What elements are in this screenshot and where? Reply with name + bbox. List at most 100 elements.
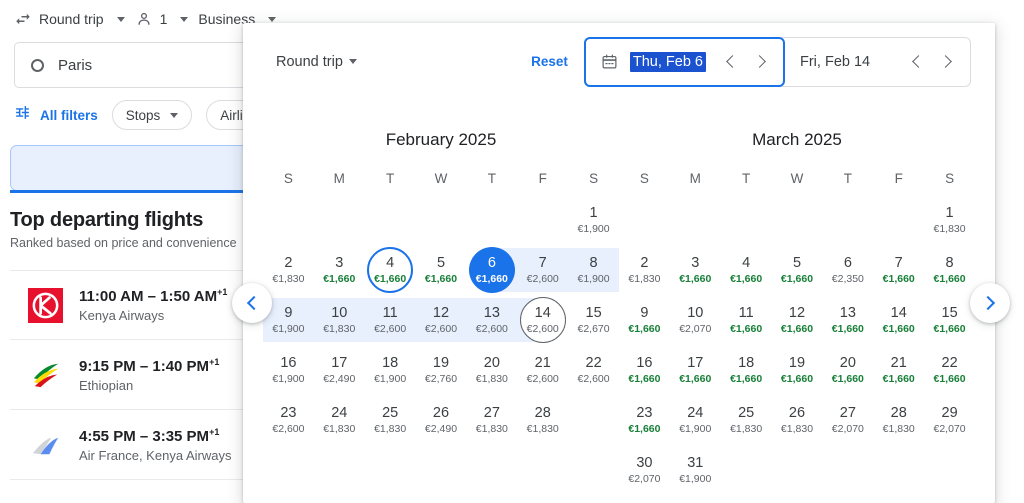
calendar-day-cell[interactable]: 27 €1,830 xyxy=(466,395,517,445)
calendar-day-cell[interactable]: 17 €1,660 xyxy=(670,345,721,395)
calendar-day-cell[interactable]: 28 €1,830 xyxy=(517,395,568,445)
calendar-day-cell[interactable]: 5 €1,660 xyxy=(772,245,823,295)
day-price: €1,660 xyxy=(780,322,814,335)
month-second: March 2025 S M T W T F S 1 €1,830 2 €1,830 3 €1,660 4 €… xyxy=(619,100,975,495)
calendar-day-cell[interactable]: 6 €1,660 xyxy=(466,245,518,295)
calendar-day-cell[interactable]: 24 €1,900 xyxy=(670,395,721,445)
day-number: 19 xyxy=(432,354,450,371)
calendar-day-cell[interactable]: 16 €1,900 xyxy=(263,345,314,395)
date-fields-group: Thu, Feb 6 Fri, Feb 14 xyxy=(583,36,971,87)
calendar-day-cell[interactable]: 19 €1,660 xyxy=(772,345,823,395)
calendar-day-cell[interactable]: 23 €1,660 xyxy=(619,395,670,445)
calendar-day-cell[interactable]: 15 €1,660 xyxy=(924,295,975,345)
calendar-day-cell[interactable]: 31 €1,900 xyxy=(670,445,721,495)
calendar-day-cell[interactable]: 1 €1,900 xyxy=(568,195,619,245)
calendar-cell-empty xyxy=(822,195,873,245)
day-price: €1,660 xyxy=(424,272,458,285)
calendar-day-cell[interactable]: 8 €1,900 xyxy=(568,245,619,295)
day-number: 29 xyxy=(941,404,958,421)
stops-filter-chip[interactable]: Stops xyxy=(111,100,193,130)
calendar-day-cell[interactable]: 7 €2,600 xyxy=(517,245,569,295)
calendar-day-cell[interactable]: 22 €2,600 xyxy=(568,345,619,395)
departure-prev-day-button[interactable] xyxy=(718,49,744,75)
calendar-day-cell[interactable]: 4 €1,660 xyxy=(365,245,416,295)
calendar-day-cell[interactable]: 3 €1,660 xyxy=(670,245,721,295)
calendar-day-cell[interactable]: 4 €1,660 xyxy=(721,245,772,295)
day-price: €1,830 xyxy=(323,422,356,435)
return-next-day-button[interactable] xyxy=(934,49,960,75)
calendar-day-cell[interactable]: 22 €1,660 xyxy=(924,345,975,395)
calendar-week-row: 1 €1,830 xyxy=(619,195,975,245)
departure-date-field[interactable]: Thu, Feb 6 xyxy=(583,36,785,87)
calendar-day-cell[interactable]: 19 €2,760 xyxy=(416,345,467,395)
day-number: 15 xyxy=(585,304,602,321)
weekday-label: M xyxy=(333,171,345,186)
calendar-day-cell[interactable]: 18 €1,660 xyxy=(721,345,772,395)
calendar-day-cell[interactable]: 24 €1,830 xyxy=(314,395,365,445)
calendar-day-cell[interactable]: 25 €1,830 xyxy=(365,395,416,445)
calendar-day-cell[interactable]: 8 €1,660 xyxy=(924,245,975,295)
calendar-cell-empty xyxy=(924,445,975,495)
calendar-day-cell[interactable]: 16 €1,660 xyxy=(619,345,670,395)
calendar-day-cell[interactable]: 28 €1,830 xyxy=(873,395,924,445)
calendar-day-cell[interactable]: 27 €2,070 xyxy=(822,395,873,445)
day-price: €2,600 xyxy=(374,322,407,335)
previous-month-button[interactable] xyxy=(232,283,272,323)
calendar-week-row: 2 €1,830 3 €1,660 4 €1,660 5 €1,660 6 €1,660 7 €2,6… xyxy=(263,245,619,295)
calendar-day-cell[interactable]: 10 €1,830 xyxy=(313,295,365,345)
day-number: 26 xyxy=(788,404,806,421)
calendar-day-cell[interactable]: 10 €2,070 xyxy=(670,295,721,345)
day-price: €1,660 xyxy=(831,372,864,385)
calendar-day-cell[interactable]: 7 €1,660 xyxy=(873,245,924,295)
day-price: €2,600 xyxy=(577,372,610,385)
flight-airline: Kenya Airways xyxy=(79,308,165,323)
flight-time: 11:00 AM – 1:50 AM+1 xyxy=(79,287,228,305)
calendar-trip-type-selector[interactable]: Round trip xyxy=(276,54,357,70)
calendar-day-cell[interactable]: 14 €2,600 xyxy=(517,295,568,345)
day-price: €1,660 xyxy=(780,272,814,285)
calendar-day-cell[interactable]: 1 €1,830 xyxy=(924,195,975,245)
calendar-day-cell[interactable]: 17 €2,490 xyxy=(314,345,365,395)
day-price: €1,660 xyxy=(323,272,356,285)
calendar-day-cell[interactable]: 15 €2,670 xyxy=(568,295,619,345)
weekday-label: F xyxy=(894,171,903,186)
calendar-day-cell[interactable]: 5 €1,660 xyxy=(416,245,467,295)
passengers-selector[interactable]: 1 xyxy=(135,10,199,28)
calendar-day-cell[interactable]: 14 €1,660 xyxy=(873,295,924,345)
calendar-day-cell[interactable]: 11 €1,660 xyxy=(721,295,772,345)
next-month-button[interactable] xyxy=(970,283,1010,323)
calendar-day-cell[interactable]: 2 €1,830 xyxy=(619,245,670,295)
calendar-day-cell[interactable]: 20 €1,660 xyxy=(822,345,873,395)
calendar-day-cell[interactable]: 23 €2,600 xyxy=(263,395,314,445)
departure-next-day-button[interactable] xyxy=(748,49,774,75)
reset-button[interactable]: Reset xyxy=(531,54,568,69)
all-filters-button[interactable]: All filters xyxy=(14,104,98,126)
person-icon xyxy=(135,10,153,28)
calendar-day-cell[interactable]: 20 €1,830 xyxy=(466,345,517,395)
calendar-day-cell[interactable]: 26 €2,490 xyxy=(416,395,467,445)
return-prev-day-button[interactable] xyxy=(904,49,930,75)
calendar-day-cell[interactable]: 12 €1,660 xyxy=(772,295,823,345)
calendar-day-cell[interactable]: 11 €2,600 xyxy=(364,295,416,345)
calendar-day-cell[interactable]: 2 €1,830 xyxy=(263,245,314,295)
calendar-day-cell[interactable]: 9 €1,660 xyxy=(619,295,670,345)
calendar-day-cell[interactable]: 13 €1,660 xyxy=(822,295,873,345)
return-date-field[interactable]: Fri, Feb 14 xyxy=(784,38,970,86)
trip-type-selector[interactable]: Round trip xyxy=(14,10,135,28)
calendar-day-cell[interactable]: 18 €1,900 xyxy=(365,345,416,395)
calendar-day-cell[interactable]: 30 €2,070 xyxy=(619,445,670,495)
calendar-day-cell[interactable]: 6 €2,350 xyxy=(822,245,873,295)
page-title: Top departing flights xyxy=(10,209,204,231)
day-number: 31 xyxy=(687,454,704,471)
calendar-day-cell[interactable]: 25 €1,830 xyxy=(721,395,772,445)
chevron-down-icon xyxy=(268,16,277,22)
calendar-day-cell[interactable]: 3 €1,660 xyxy=(314,245,365,295)
day-number: 8 xyxy=(945,254,954,271)
calendar-day-cell[interactable]: 21 €1,660 xyxy=(873,345,924,395)
calendar-day-cell[interactable]: 13 €2,600 xyxy=(466,295,518,345)
calendar-day-cell[interactable]: 21 €2,600 xyxy=(517,345,568,395)
calendar-day-cell[interactable]: 29 €2,070 xyxy=(924,395,975,445)
calendar-day-cell[interactable]: 26 €1,830 xyxy=(772,395,823,445)
calendar-day-cell[interactable]: 12 €2,600 xyxy=(415,295,467,345)
day-number: 13 xyxy=(483,304,500,321)
